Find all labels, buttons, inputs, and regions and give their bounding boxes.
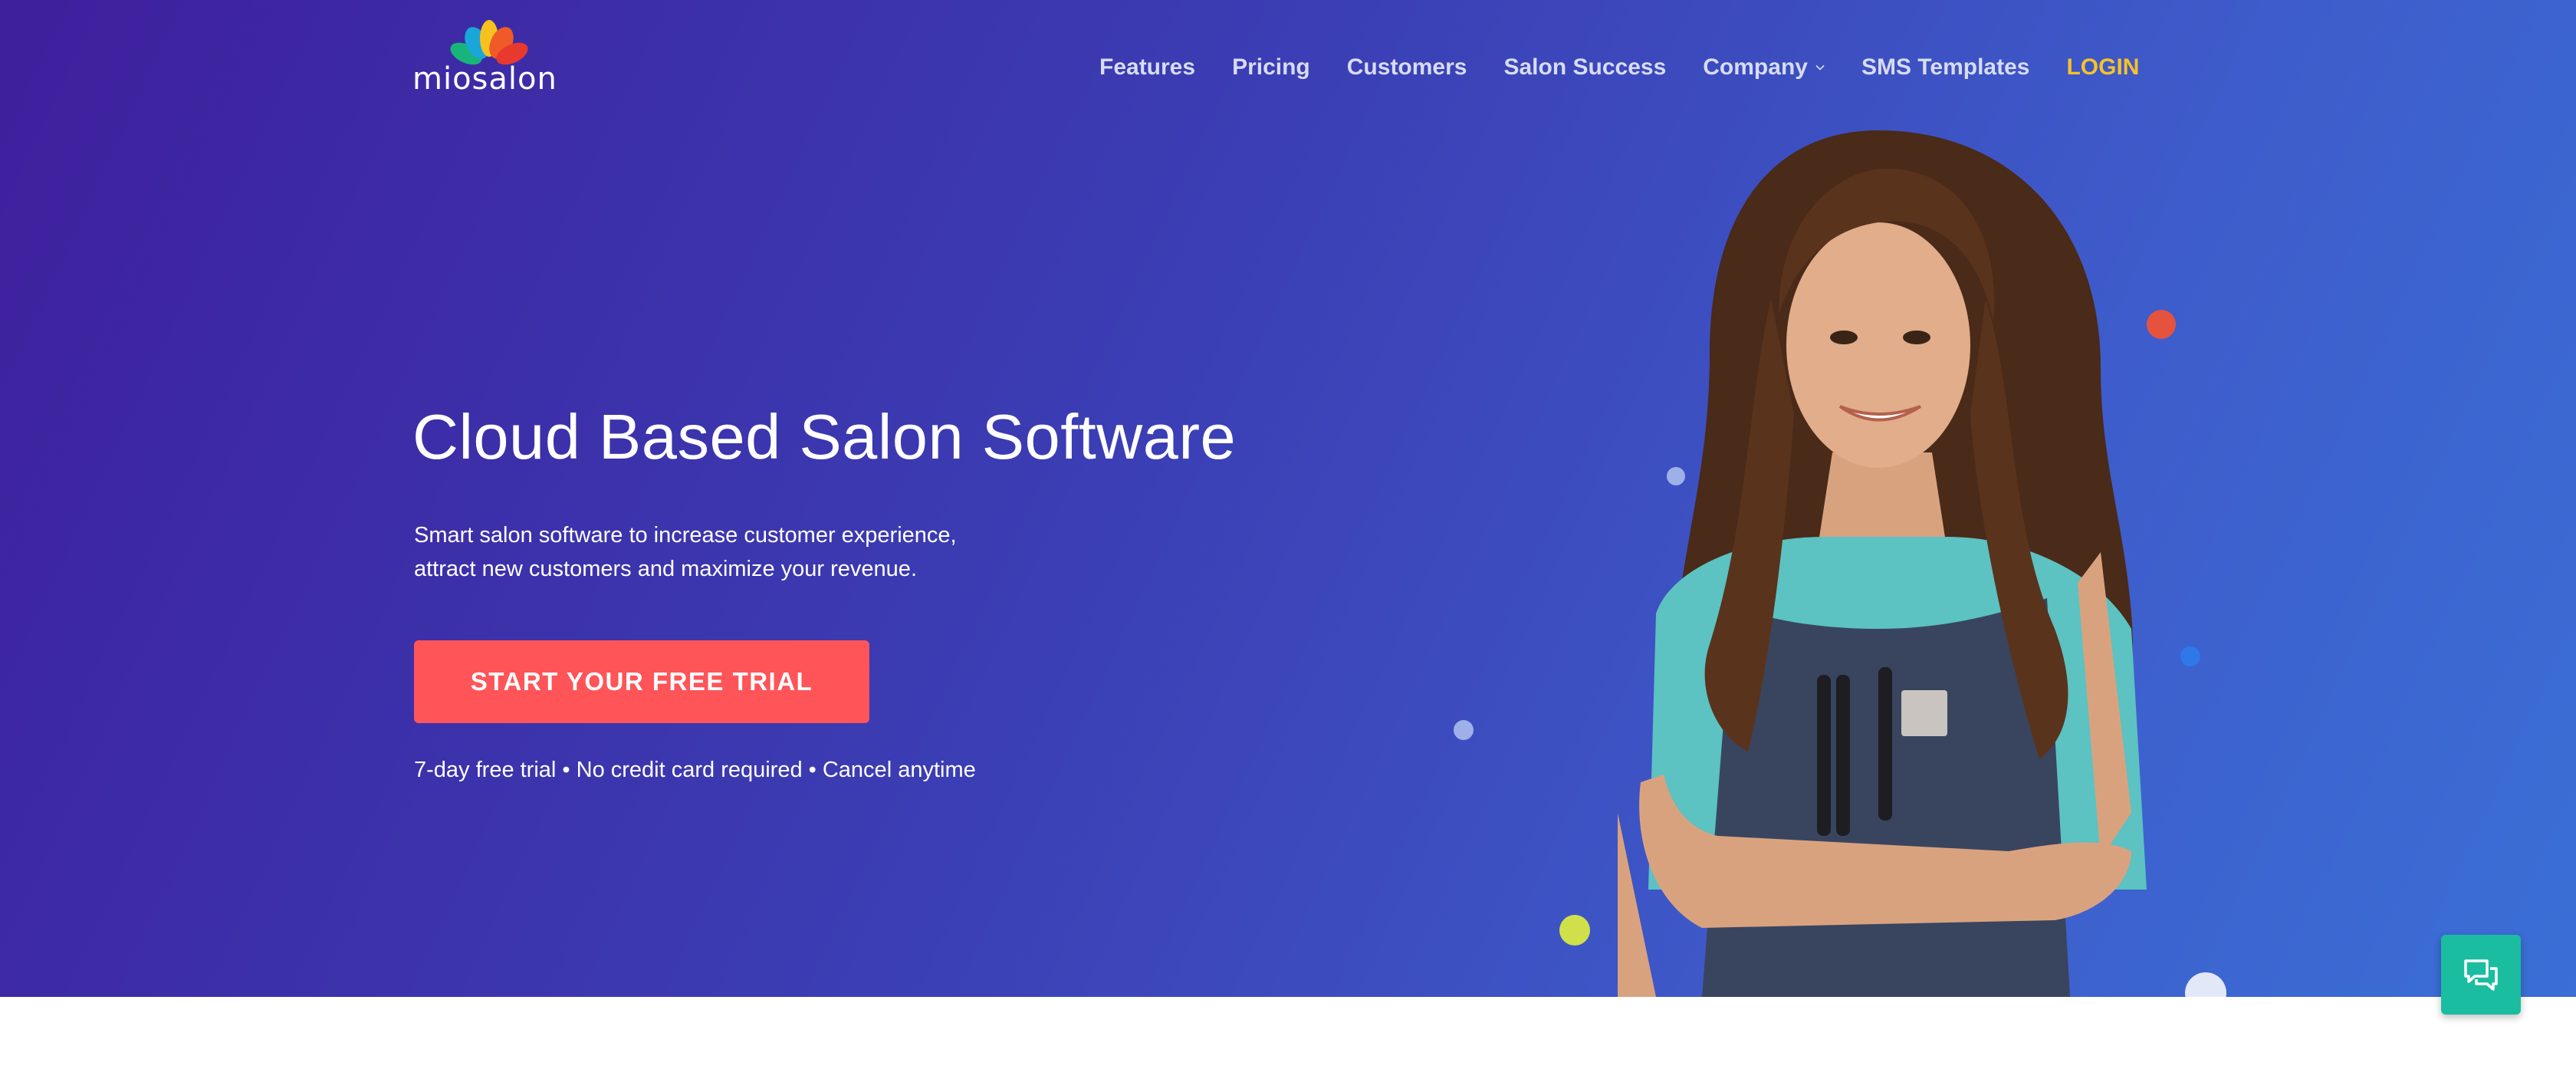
nav-company-label: Company [1703, 54, 1808, 80]
nav-customers[interactable]: Customers [1347, 54, 1467, 81]
nav-login[interactable]: LOGIN [2066, 54, 2139, 81]
main-nav: Features Pricing Customers Salon Success… [1099, 49, 2139, 86]
hero-subtext-line1: Smart salon software to increase custome… [414, 523, 957, 548]
chat-icon [2464, 959, 2498, 991]
brand-logo[interactable]: miosalon [412, 20, 566, 100]
hero-section: miosalon Features Pricing Customers Salo… [0, 0, 2576, 997]
brand-name: miosalon [412, 61, 557, 97]
nav-company[interactable]: Company [1703, 54, 1825, 81]
chevron-down-icon [1815, 64, 1825, 71]
start-free-trial-button[interactable]: START YOUR FREE TRIAL [414, 640, 869, 723]
nav-sms-templates[interactable]: SMS Templates [1861, 54, 2030, 81]
hero-person-image [1618, 130, 2147, 997]
nav-features[interactable]: Features [1099, 54, 1195, 81]
hero-headline: Cloud Based Salon Software [412, 401, 1237, 472]
nav-salon-success[interactable]: Salon Success [1503, 54, 1666, 81]
hero-subtext: Smart salon software to increase custome… [414, 518, 957, 586]
decor-dot [1454, 720, 1474, 740]
hero-subtext-line2: attract new customers and maximize your … [414, 557, 917, 581]
chat-widget-button[interactable] [2441, 935, 2521, 1015]
trial-note: 7-day free trial • No credit card requir… [414, 758, 976, 782]
nav-pricing[interactable]: Pricing [1232, 54, 1310, 81]
